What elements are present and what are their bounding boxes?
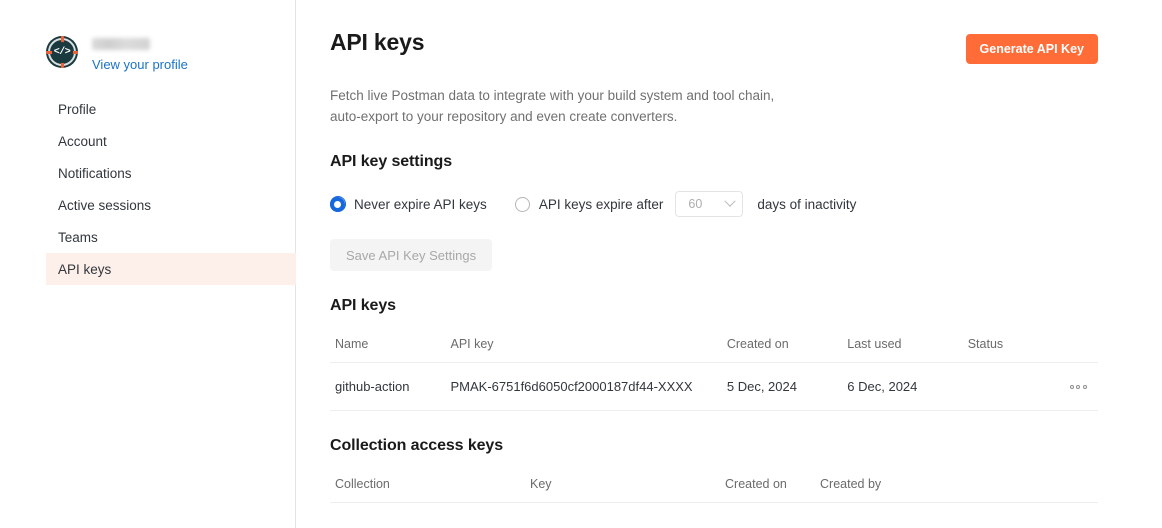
cell-key-name: github-action [335, 379, 410, 394]
sidebar-item-profile[interactable]: Profile [46, 93, 296, 125]
username-redacted [92, 38, 150, 50]
column-header-name: Name [335, 336, 369, 351]
chevron-down-icon [724, 195, 737, 207]
collection-access-keys-heading: Collection access keys [330, 437, 504, 454]
sidebar-item-teams[interactable]: Teams [46, 221, 296, 253]
sidebar-item-label: Active sessions [58, 197, 152, 213]
page-title: API keys [330, 29, 425, 55]
cell-actions [1059, 384, 1098, 389]
sidebar-item-label: Notifications [58, 165, 132, 181]
api-keys-table-heading: API keys [330, 297, 396, 314]
description-line-2: auto-export to your repository and even … [330, 109, 678, 124]
radio-expire-after-label[interactable]: API keys expire after [539, 197, 664, 212]
column-header-key: Key [530, 476, 552, 491]
radio-expire-after[interactable] [514, 196, 530, 212]
column-header-collection: Collection [335, 476, 390, 491]
generate-api-key-button[interactable]: Generate API Key [965, 34, 1098, 64]
expiry-days-select[interactable]: 60 [675, 191, 744, 217]
more-horizontal-icon[interactable] [1069, 384, 1087, 389]
sidebar-item-label: Teams [58, 229, 98, 245]
radio-never-expire-label[interactable]: Never expire API keys [354, 197, 487, 212]
api-keys-table-header: Name API key Created on Last used Status [330, 337, 1098, 363]
save-api-key-settings-button[interactable]: Save API Key Settings [330, 239, 493, 271]
sidebar-item-api-keys[interactable]: API keys [46, 253, 296, 285]
profile-block: </> View your profile [0, 0, 295, 72]
expiry-days-value: 60 [688, 197, 703, 211]
main-content: API keys Generate API Key Fetch live Pos… [296, 0, 1162, 528]
avatar-code-glyph: </> [51, 41, 73, 63]
page-header: API keys Generate API Key [330, 28, 1098, 64]
toggle-knob [983, 388, 996, 401]
cell-created-on: 5 Dec, 2024 [726, 379, 797, 394]
column-header-created-on: Created on [725, 476, 787, 491]
cell-api-key: PMAK-6751f6d6050cf2000187df44-XXXX [450, 379, 693, 394]
dot-1 [1069, 384, 1074, 389]
sidebar-item-label: API keys [58, 261, 112, 277]
sidebar-item-active-sessions[interactable]: Active sessions [46, 189, 296, 221]
collection-access-keys-table: Collection Key Created on Created by [330, 477, 1098, 503]
sidebar-item-label: Account [58, 133, 107, 149]
dot-2 [1076, 384, 1081, 389]
column-header-created-by: Created by [820, 476, 882, 491]
column-header-created-on: Created on [726, 336, 789, 351]
page-description: Fetch live Postman data to integrate wit… [330, 85, 850, 127]
sidebar-item-account[interactable]: Account [46, 125, 296, 157]
table-row[interactable]: github-action PMAK-6751f6d6050cf2000187d… [330, 363, 1098, 411]
radio-never-expire[interactable] [329, 196, 346, 212]
description-line-1: Fetch live Postman data to integrate wit… [330, 88, 775, 103]
collection-access-keys-table-header: Collection Key Created on Created by [330, 477, 1098, 503]
expiry-suffix-label: days of inactivity [757, 196, 857, 212]
settings-nav: Profile Account Notifications Active ses… [0, 93, 296, 285]
api-keys-settings-page: </> View your profile Profile Account No… [0, 0, 1162, 528]
column-header-api-key: API key [450, 336, 494, 351]
column-header-status: Status [967, 336, 1004, 351]
api-key-settings-heading: API key settings [330, 153, 453, 170]
sidebar-item-label: Profile [58, 101, 97, 117]
sidebar-item-notifications[interactable]: Notifications [46, 157, 296, 189]
view-your-profile-link[interactable]: View your profile [92, 57, 188, 72]
column-header-last-used: Last used [847, 336, 902, 351]
api-keys-table: Name API key Created on Last used Status… [330, 337, 1098, 411]
cell-last-used: 6 Dec, 2024 [847, 379, 918, 394]
settings-sidebar: </> View your profile Profile Account No… [0, 0, 296, 528]
profile-text: View your profile [92, 36, 188, 72]
code-avatar-icon: </> [46, 36, 78, 68]
expiry-options-row: Never expire API keys API keys expire af… [329, 191, 1098, 217]
dot-3 [1082, 384, 1087, 389]
